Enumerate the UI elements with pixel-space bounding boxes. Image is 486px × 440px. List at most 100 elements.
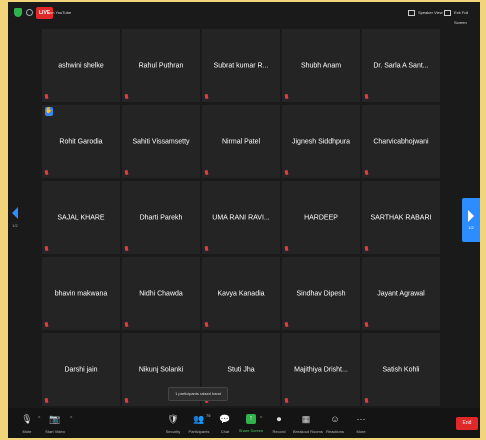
gallery-grid: ashwini shelke Rahul Puthran Subrat kuma… [42, 29, 440, 406]
security-button[interactable]: 🛡 Security [160, 413, 186, 434]
mic-muted-icon [365, 322, 368, 327]
participant-name: Nirmal Patel [221, 138, 261, 145]
participant-tile[interactable]: ashwini shelke [42, 29, 120, 102]
participant-tile[interactable]: ✋ Rohit Garodia [42, 105, 120, 178]
participant-tile[interactable]: Nidhi Chawda [122, 257, 200, 330]
mic-muted-icon [45, 246, 48, 251]
mic-muted-icon [365, 398, 368, 403]
speaker-view-label: Speaker View [418, 10, 443, 15]
participant-name: Shubh Anam [300, 62, 342, 69]
breakout-rooms-label: Breakout Rooms [293, 429, 323, 434]
participant-name: Majithiya Drisht... [294, 366, 348, 373]
participant-tile[interactable]: Nirmal Patel [202, 105, 280, 178]
video-off-icon: 📷 [49, 414, 61, 424]
participant-tile[interactable]: Shubh Anam [282, 29, 360, 102]
meeting-window: LIVE on YouTube Speaker View Exit Full S… [8, 2, 480, 438]
participant-tile[interactable]: Satish Kohli [362, 333, 440, 406]
mic-muted-icon [205, 322, 208, 327]
speaker-view-button[interactable]: Speaker View [408, 8, 443, 18]
mic-muted-icon [125, 94, 128, 99]
page-indicator-left: 1/2 [12, 222, 18, 228]
participant-tile[interactable]: Jignesh Siddhpura [282, 105, 360, 178]
info-icon[interactable] [26, 9, 33, 16]
exit-full-screen-button[interactable]: Exit Full Screen [444, 8, 480, 25]
participant-name: Sindhav Dipesh [296, 290, 346, 297]
participant-name: Rahul Puthran [138, 62, 184, 69]
end-meeting-button[interactable]: End [456, 417, 478, 430]
mic-muted-icon [285, 170, 288, 175]
previous-page-button[interactable]: 1/2 [8, 197, 22, 237]
video-options-chevron-icon[interactable]: ^ [70, 416, 72, 422]
participant-tile[interactable]: Kavya Kanadia [202, 257, 280, 330]
grid-view-icon [408, 10, 415, 16]
raised-hand-notification[interactable]: 1 participants raised hand [168, 387, 228, 401]
share-options-chevron-icon[interactable]: ^ [260, 416, 262, 422]
mic-muted-icon [365, 94, 368, 99]
security-label: Security [165, 429, 181, 434]
participant-name: ashwini shelke [58, 62, 104, 69]
breakout-rooms-button[interactable]: ▦ Breakout Rooms [293, 413, 323, 434]
next-page-button[interactable]: 1/2 [462, 198, 480, 242]
participant-name: Kavya Kanadia [217, 290, 265, 297]
participant-tile[interactable]: Sahiti Vissamsetty [122, 105, 200, 178]
mic-muted-icon [125, 322, 128, 327]
participant-name: Nikunj Solanki [138, 366, 184, 373]
participant-tile[interactable]: bhavin makwana [42, 257, 120, 330]
participant-tile[interactable]: UMA RANI RAVI... [202, 181, 280, 254]
mic-muted-icon [125, 398, 128, 403]
mute-label: Mute [22, 429, 32, 434]
participant-tile[interactable]: Dr. Sarla A Sant... [362, 29, 440, 102]
meeting-toolbar: 🎙 Mute ^ 📷 Start Video ^ 🛡 Security 👥 Pa… [8, 408, 480, 438]
participant-name: Rohit Garodia [59, 138, 103, 145]
chat-button[interactable]: 💬 Chat [212, 413, 238, 434]
mic-muted-icon [285, 398, 288, 403]
breakout-rooms-icon: ▦ [301, 414, 311, 424]
start-video-label: Start Video [45, 429, 65, 434]
chevron-right-icon [468, 210, 474, 222]
participant-tile[interactable]: Sindhav Dipesh [282, 257, 360, 330]
mic-muted-icon [365, 170, 368, 175]
mic-muted-icon [45, 322, 48, 327]
mic-muted-icon [365, 246, 368, 251]
live-destination[interactable]: on YouTube [50, 7, 71, 19]
smiley-icon: ☺ [330, 414, 340, 424]
share-screen-label: Share Screen [238, 428, 264, 433]
participant-tile[interactable]: Subrat kumar R... [202, 29, 280, 102]
mic-muted-icon [285, 246, 288, 251]
participant-tile[interactable]: HARDEEP [282, 181, 360, 254]
participant-name: SAJAL KHARE [57, 214, 105, 221]
mute-options-chevron-icon[interactable]: ^ [38, 416, 40, 422]
participant-name: SARTHAK RABARI [370, 214, 432, 221]
exit-full-screen-label: Exit Full Screen [454, 10, 469, 25]
participant-tile[interactable]: Darshi jain [42, 333, 120, 406]
participant-tile[interactable]: SARTHAK RABARI [362, 181, 440, 254]
mic-muted-icon [45, 94, 48, 99]
participant-tile[interactable]: Jayant Agrawal [362, 257, 440, 330]
participant-tile[interactable]: Rahul Puthran [122, 29, 200, 102]
mic-muted-icon [205, 170, 208, 175]
more-dots-icon: ··· [356, 414, 366, 424]
participant-name: Darshi jain [64, 366, 98, 373]
reactions-button[interactable]: ☺ Reactions [322, 413, 348, 434]
record-icon: ⏺ [276, 414, 282, 424]
participant-tile[interactable]: Majithiya Drisht... [282, 333, 360, 406]
participant-tile[interactable]: SAJAL KHARE [42, 181, 120, 254]
mute-button[interactable]: 🎙 Mute [14, 413, 40, 434]
mic-muted-icon [205, 246, 208, 251]
participant-name: Jayant Agrawal [377, 290, 425, 297]
top-bar: LIVE on YouTube Speaker View Exit Full S… [8, 2, 480, 25]
participant-tile[interactable]: Charvicabhojwani [362, 105, 440, 178]
mic-muted-icon [45, 170, 48, 175]
record-button[interactable]: ⏺ Record [266, 413, 292, 434]
shield-icon: 🛡 [167, 414, 179, 424]
mic-muted-icon [45, 398, 48, 403]
start-video-button[interactable]: 📷 Start Video [42, 413, 68, 434]
mic-muted-icon [205, 94, 208, 99]
chevron-left-icon [12, 206, 18, 219]
more-button[interactable]: ··· More [348, 413, 374, 434]
participant-name: bhavin makwana [54, 290, 108, 297]
participants-label: Participants [188, 429, 210, 434]
chat-label: Chat [220, 429, 230, 434]
security-shield-icon[interactable] [14, 8, 22, 17]
participant-tile[interactable]: Dharti Parekh [122, 181, 200, 254]
